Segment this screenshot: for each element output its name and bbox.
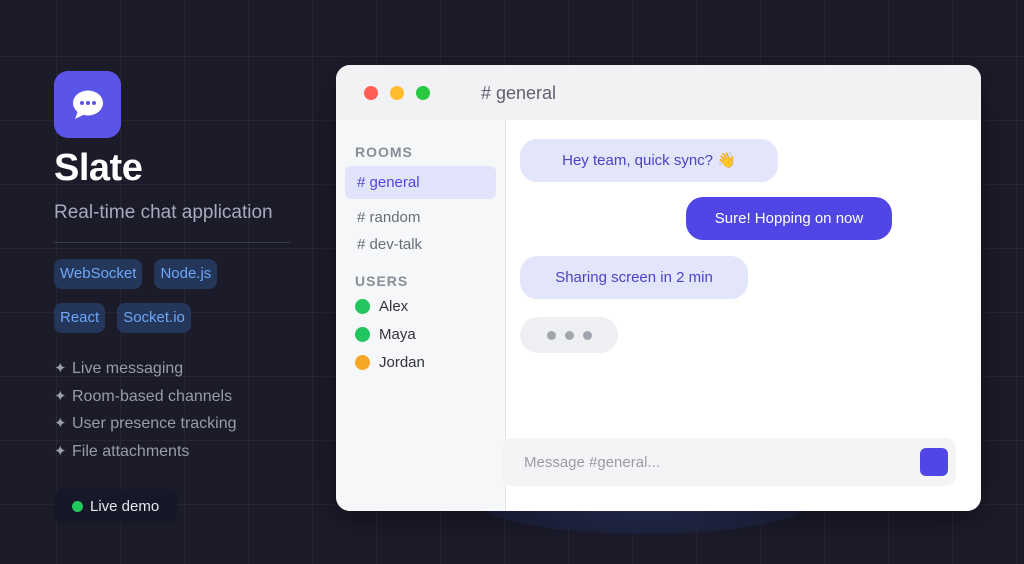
app-logo (54, 71, 121, 138)
typing-dot (564, 330, 574, 340)
feature-label: User presence tracking (72, 415, 237, 432)
typing-dot (582, 330, 592, 340)
presence-online-icon (355, 327, 370, 342)
feature-item: ✦ File attachments (54, 438, 294, 466)
window-titlebar: # general (336, 65, 981, 120)
sparkle-icon: ✦ (54, 415, 67, 432)
presence-online-icon (355, 299, 370, 314)
tech-tag: React (54, 303, 106, 333)
sparkle-icon: ✦ (54, 387, 67, 405)
divider (54, 242, 290, 243)
feature-item: ✦ Live messaging (54, 355, 294, 383)
feature-label: File attachments (72, 442, 190, 460)
maximize-window-button[interactable] (416, 85, 430, 100)
message-bubble-outgoing: Sure! Hopping on now (686, 197, 892, 240)
typing-dot (546, 330, 556, 340)
sparkle-icon: ✦ (54, 442, 67, 460)
typing-indicator (520, 317, 618, 353)
message-bubble-incoming: Sharing screen in 2 min (520, 256, 748, 299)
sidebar: ROOMS # general # random # dev-talk USER… (336, 120, 506, 511)
room-item-dev-talk[interactable]: # dev-talk (345, 228, 496, 261)
room-item-general[interactable]: # general (345, 166, 496, 199)
feature-list: ✦ Live messaging ✦ Room-based channels ✦ Us… (54, 355, 294, 465)
project-info-panel: Slate Real-time chat application WebSock… (54, 71, 294, 465)
close-window-button[interactable] (364, 85, 378, 100)
sparkle-icon: ✦ (54, 360, 67, 377)
user-item-alex[interactable]: Alex (355, 298, 408, 315)
user-item-maya[interactable]: Maya (355, 326, 416, 343)
feature-item: ✦ User presence tracking (54, 410, 294, 438)
tech-tag: Node.js (154, 259, 218, 289)
message-composer (502, 438, 956, 486)
live-status-icon (72, 500, 83, 512)
tech-tag: Socket.io (117, 303, 191, 333)
feature-label: Room-based channels (72, 387, 233, 405)
users-heading: USERS (355, 273, 409, 289)
tech-tags: WebSocket Node.js React Socket.io (54, 259, 254, 333)
minimize-window-button[interactable] (390, 85, 404, 100)
message-bubble-incoming: Hey team, quick sync? 👋 (520, 139, 778, 182)
chat-bubble-icon (72, 90, 103, 119)
user-name: Jordan (379, 354, 425, 371)
user-item-jordan[interactable]: Jordan (355, 354, 425, 371)
rooms-heading: ROOMS (355, 144, 413, 160)
message-area: Hey team, quick sync? 👋 Sure! Hopping on… (502, 120, 981, 511)
app-title: Slate (54, 147, 143, 189)
chat-window: # general ROOMS # general # random # dev… (336, 65, 981, 511)
app-tagline: Real-time chat application (54, 202, 273, 223)
send-button[interactable] (920, 448, 948, 476)
user-name: Alex (379, 298, 409, 315)
feature-item: ✦ Room-based channels (54, 383, 294, 411)
feature-label: Live messaging (72, 360, 184, 377)
live-demo-label: Live demo (90, 497, 160, 515)
window-title: # general (481, 83, 557, 103)
presence-away-icon (355, 355, 370, 370)
user-name: Maya (379, 326, 416, 343)
live-demo-button[interactable]: Live demo (54, 489, 177, 523)
tech-tag: WebSocket (54, 259, 143, 289)
message-input[interactable] (524, 438, 904, 486)
